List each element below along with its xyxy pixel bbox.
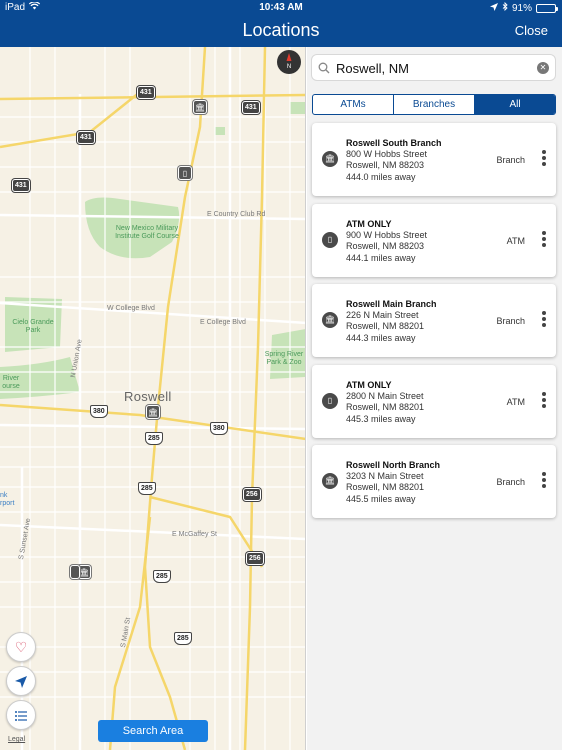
location-type: Branch — [496, 316, 525, 326]
bank-pin-icon[interactable]: 🏛 — [193, 100, 207, 114]
location-street: 900 W Hobbs Street — [346, 229, 428, 240]
compass-icon[interactable]: N — [277, 50, 301, 74]
location-type: ATM — [506, 396, 525, 407]
more-options-icon[interactable] — [541, 472, 547, 490]
bluetooth-icon — [502, 1, 508, 14]
search-input[interactable] — [336, 58, 526, 78]
atm-icon: ▯ — [322, 231, 338, 248]
route-shield: 285 — [145, 432, 163, 445]
route-shield: 285 — [174, 632, 192, 645]
street-label: E College Blvd — [200, 319, 246, 326]
location-name: Roswell South Branch — [346, 138, 442, 148]
atm-icon: ▯ — [322, 392, 338, 409]
search-icon — [318, 61, 330, 79]
location-card[interactable]: 🏛 Roswell North Branch 3203 N Main Street R… — [312, 445, 556, 518]
more-options-icon[interactable] — [541, 391, 547, 410]
city-label: Roswell — [124, 389, 172, 404]
location-name: ATM ONLY — [346, 379, 392, 390]
location-city: Roswell, NM 88203 — [346, 240, 425, 251]
location-arrow-icon — [15, 673, 27, 689]
park-label: New Mexico Military Institute Golf Cours… — [115, 225, 179, 240]
bank-icon: 🏛 — [322, 473, 338, 489]
route-shield: 380 — [90, 405, 108, 418]
location-distance: 445.3 miles away — [346, 413, 416, 424]
route-shield: 431 — [137, 86, 155, 99]
filter-atms[interactable]: ATMs — [313, 95, 394, 114]
heart-icon: ♡ — [14, 639, 28, 655]
route-shield: 431 — [77, 131, 95, 144]
route-shield: 256 — [246, 552, 264, 565]
location-distance: 445.5 miles away — [346, 494, 416, 504]
current-location-button[interactable] — [6, 666, 36, 696]
clock: 10:43 AM — [259, 2, 303, 13]
location-street: 3203 N Main Street — [346, 471, 424, 481]
list-icon — [15, 707, 27, 723]
location-distance: 444.3 miles away — [346, 333, 416, 343]
location-street: 226 N Main Street — [346, 310, 419, 320]
status-bar: iPad 10:43 AM 91% — [0, 0, 562, 16]
park-label: River ourse — [2, 375, 20, 390]
legal-link[interactable]: Legal — [8, 736, 25, 743]
search-bar: ✕ — [311, 54, 556, 81]
search-area-button[interactable]: Search Area — [98, 720, 208, 742]
atm-pin-icon[interactable]: ▯ — [178, 166, 192, 180]
route-shield: 256 — [243, 488, 261, 501]
route-shield: 431 — [12, 179, 30, 192]
location-type: Branch — [496, 155, 525, 165]
filter-all[interactable]: All — [475, 95, 555, 114]
more-options-icon[interactable] — [541, 230, 547, 249]
locations-panel: ✕ ATMs Branches All 🏛 Roswell South Branc… — [307, 47, 562, 750]
more-options-icon[interactable] — [541, 311, 547, 329]
park-label: Cielo Grande Park — [12, 319, 54, 334]
location-card[interactable]: 🏛 Roswell Main Branch 226 N Main Street Ros… — [312, 284, 556, 357]
route-shield: 431 — [242, 101, 260, 114]
airport-label: nk rport — [0, 492, 15, 507]
route-shield: 285 — [138, 482, 156, 495]
list-view-button[interactable] — [6, 700, 36, 730]
location-type: Branch — [496, 477, 525, 487]
nav-bar: iPad 10:43 AM 91% Locations Close — [0, 0, 562, 47]
close-button[interactable]: Close — [515, 23, 548, 38]
filter-segmented-control: ATMs Branches All — [312, 94, 556, 115]
location-city: Roswell, NM 88201 — [346, 321, 425, 331]
battery-icon — [536, 3, 558, 13]
street-label: E Country Club Rd — [207, 211, 266, 218]
page-title: Locations — [242, 20, 320, 40]
location-city: Roswell, NM 88201 — [346, 401, 425, 412]
location-distance: 444.1 miles away — [346, 252, 416, 263]
location-name: Roswell Main Branch — [346, 299, 437, 309]
battery-percent: 91% — [511, 2, 532, 14]
atm-pin-icon[interactable] — [70, 565, 80, 579]
bank-icon: 🏛 — [322, 312, 338, 328]
bank-pin-icon[interactable]: 🏛 — [146, 405, 160, 419]
location-street: 800 W Hobbs Street — [346, 149, 428, 159]
location-name: Roswell North Branch — [346, 460, 441, 470]
location-card[interactable]: 🏛 Roswell South Branch 800 W Hobbs Street R… — [312, 123, 556, 196]
filter-branches[interactable]: Branches — [394, 95, 475, 114]
favorites-button[interactable]: ♡ — [6, 632, 36, 662]
location-name: ATM ONLY — [346, 218, 392, 229]
route-shield: 285 — [153, 570, 171, 583]
location-distance: 444.0 miles away — [346, 172, 416, 182]
more-options-icon[interactable] — [541, 150, 547, 168]
park-label: Spring River Park & Zoo — [264, 351, 304, 366]
route-shield: 380 — [210, 422, 228, 435]
location-city: Roswell, NM 88203 — [346, 160, 425, 170]
location-card[interactable]: ▯ ATM ONLY 2800 N Main Street Roswell, NM 8… — [312, 364, 556, 438]
clear-icon[interactable]: ✕ — [537, 62, 549, 74]
location-city: Roswell, NM 88201 — [346, 482, 425, 492]
street-label: W College Blvd — [107, 305, 155, 312]
location-type: ATM — [506, 235, 525, 246]
locations-screen: iPad 10:43 AM 91% Locations Close E Coun… — [0, 0, 562, 750]
location-card[interactable]: ▯ ATM ONLY 900 W Hobbs Street Roswell, NM 8… — [312, 203, 556, 277]
location-arrow-icon — [489, 2, 498, 14]
map-view[interactable]: E Country Club Rd W College Blvd E Colle… — [0, 47, 306, 750]
svg-text:N: N — [287, 64, 291, 70]
street-label: E McGaffey St — [172, 531, 217, 538]
bank-icon: 🏛 — [322, 151, 338, 167]
location-street: 2800 N Main Street — [346, 390, 424, 401]
